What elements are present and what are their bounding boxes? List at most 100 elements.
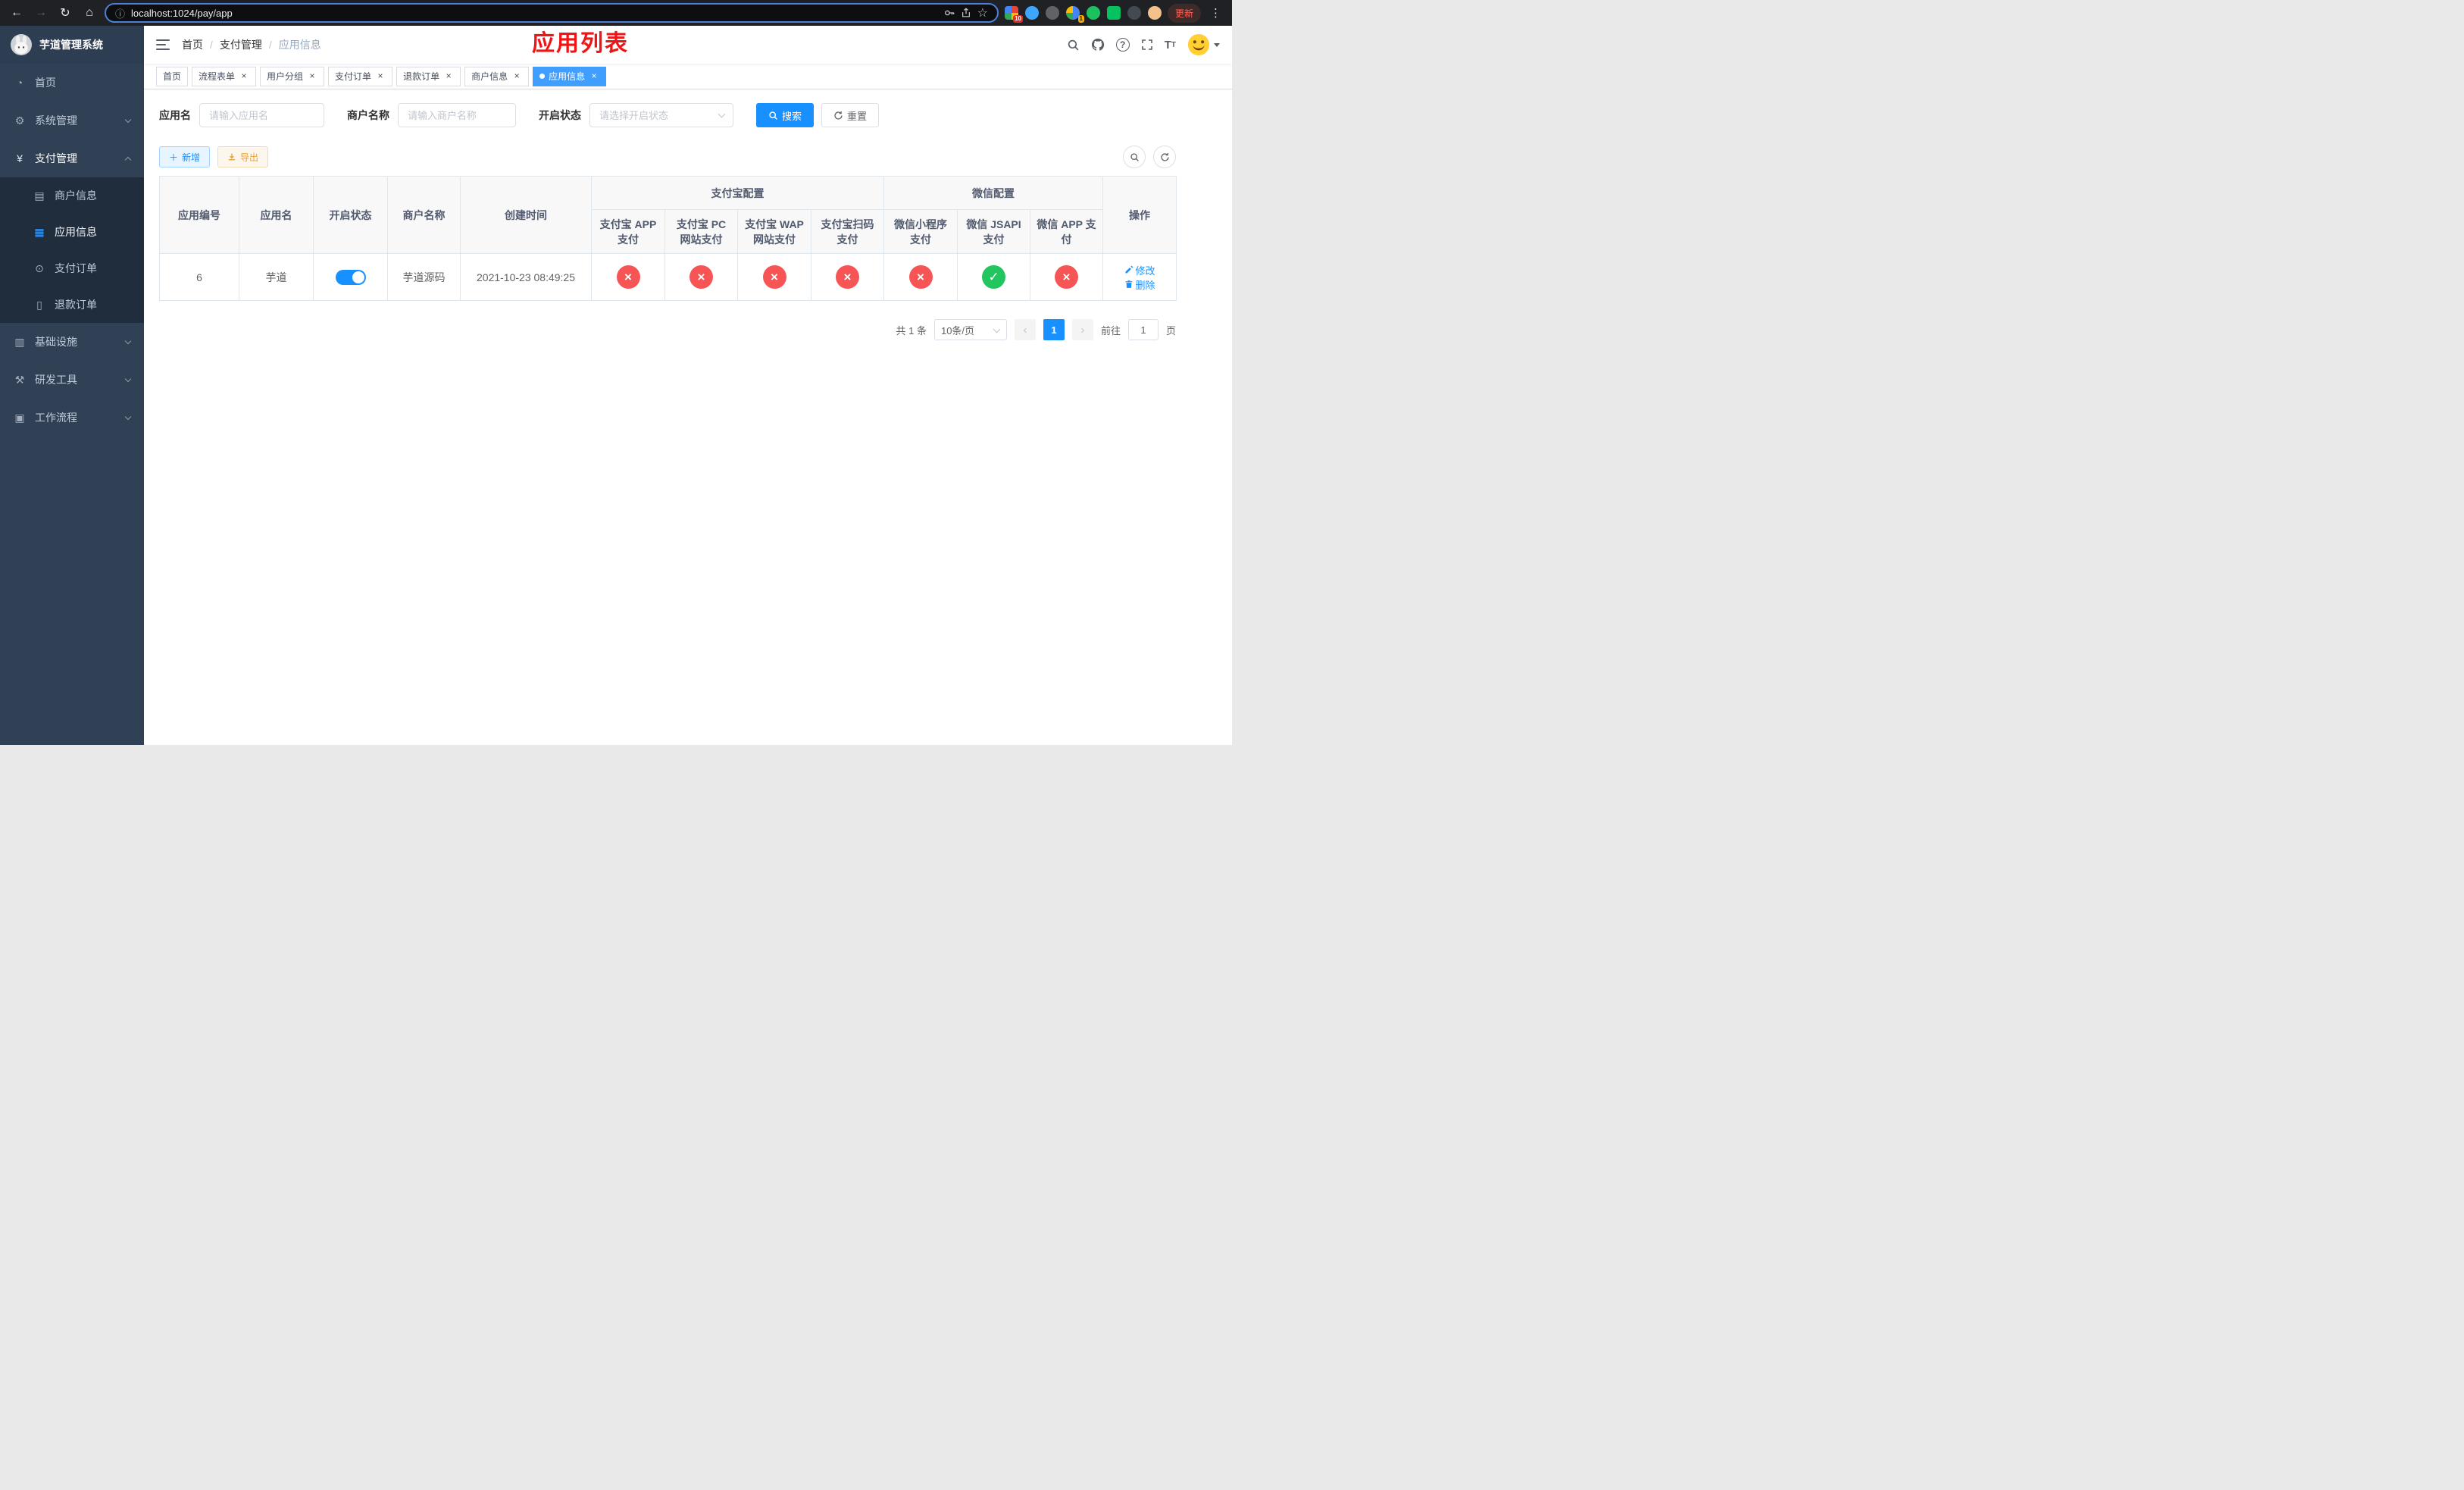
user-avatar[interactable]: [1187, 33, 1220, 56]
status-select-input[interactable]: [589, 103, 733, 127]
sidebar-item-pay-orders[interactable]: ⊙ 支付订单: [0, 250, 144, 286]
sidebar-item-label: 工作流程: [35, 412, 77, 424]
cell-merchant: 芋道源码: [387, 253, 461, 301]
sidebar-item-refund-orders[interactable]: ▯ 退款订单: [0, 286, 144, 323]
col-header-wechat-app: 微信 APP 支付: [1029, 209, 1104, 254]
sidebar-item-app-info[interactable]: ▦ 应用信息: [0, 214, 144, 250]
sidebar-item-label: 应用信息: [55, 226, 97, 238]
prev-page-button[interactable]: ‹: [1014, 319, 1036, 340]
delete-link[interactable]: 删除: [1124, 277, 1155, 292]
export-button[interactable]: 导出: [217, 146, 269, 167]
navbar: 首页 / 支付管理 / 应用信息 应用列表 ? TT: [144, 26, 1232, 64]
status-select[interactable]: [589, 103, 733, 127]
tab-user-group[interactable]: 用户分组 ×: [260, 66, 325, 86]
extension-drop-icon[interactable]: [1024, 6, 1039, 20]
site-info-icon[interactable]: ⓘ: [115, 6, 125, 20]
extension-translate-icon[interactable]: 1: [1065, 6, 1084, 23]
sidebar: 芋道管理系统 ◔ 首页 ⚙ 系统管理 ¥ 支付管理 ▤ 商户信息 ▦ 应用信息: [0, 26, 144, 745]
help-icon[interactable]: ?: [1115, 38, 1130, 52]
tab-process-form[interactable]: 流程表单 ×: [192, 66, 257, 86]
sidebar-item-system[interactable]: ⚙ 系统管理: [0, 102, 144, 139]
sidebar-item-home[interactable]: ◔ 首页: [0, 64, 144, 102]
alipay-wap-status-icon: ×: [762, 265, 786, 289]
col-header-id: 应用编号: [159, 176, 239, 254]
status-toggle[interactable]: [335, 269, 366, 285]
add-button[interactable]: ＋ 新增: [159, 146, 211, 167]
cell-name: 芋道: [239, 253, 314, 301]
reload-button[interactable]: ↻: [56, 4, 74, 22]
sidebar-item-label: 基础设施: [35, 336, 77, 348]
col-header-merchant: 商户名称: [387, 176, 461, 254]
sidebar-item-label: 退款订单: [55, 299, 97, 311]
app-name-input[interactable]: [199, 103, 324, 127]
bookmark-star-icon[interactable]: ☆: [977, 5, 988, 20]
tab-app-info[interactable]: 应用信息 ×: [533, 66, 607, 86]
merchant-name-label: 商户名称: [347, 109, 389, 121]
share-icon[interactable]: [961, 8, 971, 18]
refresh-icon: [834, 111, 843, 120]
next-page-button[interactable]: ›: [1071, 319, 1093, 340]
reset-button[interactable]: 重置: [821, 103, 880, 127]
sidebar-toggle-icon[interactable]: [156, 39, 170, 50]
sidebar-item-dev-tools[interactable]: ⚒ 研发工具: [0, 361, 144, 399]
tab-home[interactable]: 首页: [156, 66, 189, 86]
tab-refund-orders[interactable]: 退款订单 ×: [396, 66, 461, 86]
cell-created: 2021-10-23 08:49:25: [460, 253, 592, 301]
chevron-down-icon: [124, 116, 132, 123]
address-bar[interactable]: ⓘ localhost:1024/pay/app ☆: [105, 3, 999, 23]
page-size-select[interactable]: 10条/页: [933, 319, 1007, 340]
download-icon: [228, 153, 236, 161]
col-group-wechat: 微信配置: [883, 176, 1104, 210]
extension-tabs-icon[interactable]: 10: [1004, 6, 1023, 23]
back-button[interactable]: ←: [8, 4, 26, 22]
extension-green-icon[interactable]: [1086, 6, 1100, 20]
password-key-icon[interactable]: [944, 8, 955, 18]
browser-toolbar: ← → ↻ ⌂ ⓘ localhost:1024/pay/app ☆ 10 1: [0, 0, 1232, 26]
close-icon[interactable]: ×: [511, 70, 522, 82]
tab-pay-orders[interactable]: 支付订单 ×: [328, 66, 393, 86]
close-icon[interactable]: ×: [239, 70, 249, 82]
font-size-icon[interactable]: TT: [1165, 39, 1176, 52]
close-icon[interactable]: ×: [307, 70, 317, 82]
search-icon: [769, 111, 777, 120]
github-icon[interactable]: [1091, 38, 1105, 52]
col-header-alipay-app: 支付宝 APP 支付: [591, 209, 665, 254]
extension-dark-icon[interactable]: [1045, 6, 1059, 20]
toggle-search-button[interactable]: [1123, 146, 1146, 168]
dashboard-icon: ◔: [16, 77, 23, 89]
edit-link[interactable]: 修改: [1124, 263, 1155, 277]
fullscreen-icon[interactable]: [1141, 39, 1153, 51]
close-icon[interactable]: ×: [375, 70, 386, 82]
extension-pin-icon[interactable]: [1127, 6, 1141, 20]
app-logo[interactable]: 芋道管理系统: [0, 26, 144, 64]
col-header-alipay-pc: 支付宝 PC 网站支付: [664, 209, 738, 254]
search-icon[interactable]: [1067, 39, 1080, 52]
browser-menu-icon[interactable]: ⋮: [1207, 6, 1224, 20]
breadcrumb-payment[interactable]: 支付管理: [220, 37, 262, 52]
merchant-name-input[interactable]: [398, 103, 516, 127]
credit-card-icon: ▤: [34, 189, 45, 202]
tab-merchant-info[interactable]: 商户信息 ×: [464, 66, 530, 86]
pagination-total: 共 1 条: [896, 324, 927, 337]
goto-page-input[interactable]: [1127, 319, 1159, 340]
refresh-table-button[interactable]: [1153, 146, 1176, 168]
forward-button[interactable]: →: [32, 4, 50, 22]
sidebar-item-infrastructure[interactable]: ▥ 基础设施: [0, 323, 144, 361]
extension-badge: 10: [1013, 15, 1023, 23]
sidebar-item-workflow[interactable]: ▣ 工作流程: [0, 399, 144, 437]
current-page-button[interactable]: 1: [1043, 319, 1065, 340]
search-button[interactable]: 搜索: [756, 103, 815, 127]
sidebar-item-payment[interactable]: ¥ 支付管理: [0, 139, 144, 177]
close-icon[interactable]: ×: [589, 70, 599, 82]
search-form: 应用名 商户名称 开启状态: [159, 103, 1176, 127]
sidebar-item-merchant-info[interactable]: ▤ 商户信息: [0, 177, 144, 214]
extension-chat-icon[interactable]: [1106, 6, 1121, 20]
logo-avatar-icon: [11, 34, 32, 55]
breadcrumb-home[interactable]: 首页: [182, 37, 203, 52]
update-button[interactable]: 更新: [1167, 3, 1201, 23]
home-button[interactable]: ⌂: [80, 4, 98, 22]
chevron-down-icon: [124, 375, 132, 382]
close-icon[interactable]: ×: [443, 70, 454, 82]
breadcrumb-current: 应用信息: [278, 39, 321, 51]
profile-avatar-icon[interactable]: [1147, 6, 1162, 20]
